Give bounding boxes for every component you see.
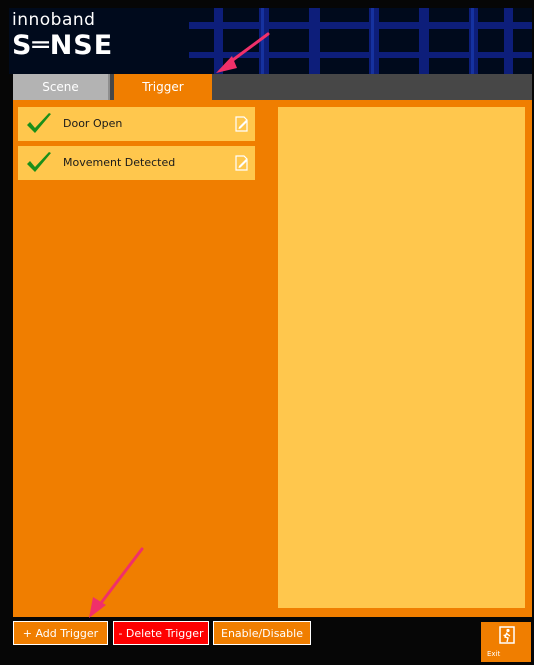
trigger-panel: Door Open Movement Detected: [13, 100, 532, 617]
trigger-item-door-open[interactable]: Door Open: [18, 107, 255, 141]
delete-trigger-button[interactable]: - Delete Trigger: [113, 621, 209, 645]
bottom-toolbar: + Add Trigger - Delete Trigger Enable/Di…: [13, 617, 532, 663]
add-trigger-button[interactable]: + Add Trigger: [13, 621, 108, 645]
trigger-label: Movement Detected: [63, 156, 176, 169]
tab-bar: Scene Trigger: [13, 74, 532, 100]
header: innoband S═NSE: [9, 8, 532, 74]
trigger-detail-panel: [278, 107, 525, 608]
trigger-item-movement-detected[interactable]: Movement Detected: [18, 146, 255, 180]
edit-icon[interactable]: [235, 155, 249, 171]
trigger-list: Door Open Movement Detected: [18, 107, 255, 185]
exit-door-icon: [499, 626, 515, 644]
check-icon[interactable]: [25, 111, 53, 137]
exit-button[interactable]: Exit: [481, 622, 531, 662]
tab-scene[interactable]: Scene: [13, 74, 110, 100]
exit-label: Exit: [487, 650, 501, 658]
check-icon[interactable]: [25, 150, 53, 176]
app-window: innoband S═NSE Scene Trigger Door Open M…: [0, 0, 534, 665]
trigger-label: Door Open: [63, 117, 123, 130]
enable-disable-button[interactable]: Enable/Disable: [213, 621, 311, 645]
edit-icon[interactable]: [235, 116, 249, 132]
brand-logo-text: S═NSE: [12, 30, 114, 61]
brand-name: innoband: [12, 10, 96, 30]
tab-trigger[interactable]: Trigger: [114, 74, 212, 100]
